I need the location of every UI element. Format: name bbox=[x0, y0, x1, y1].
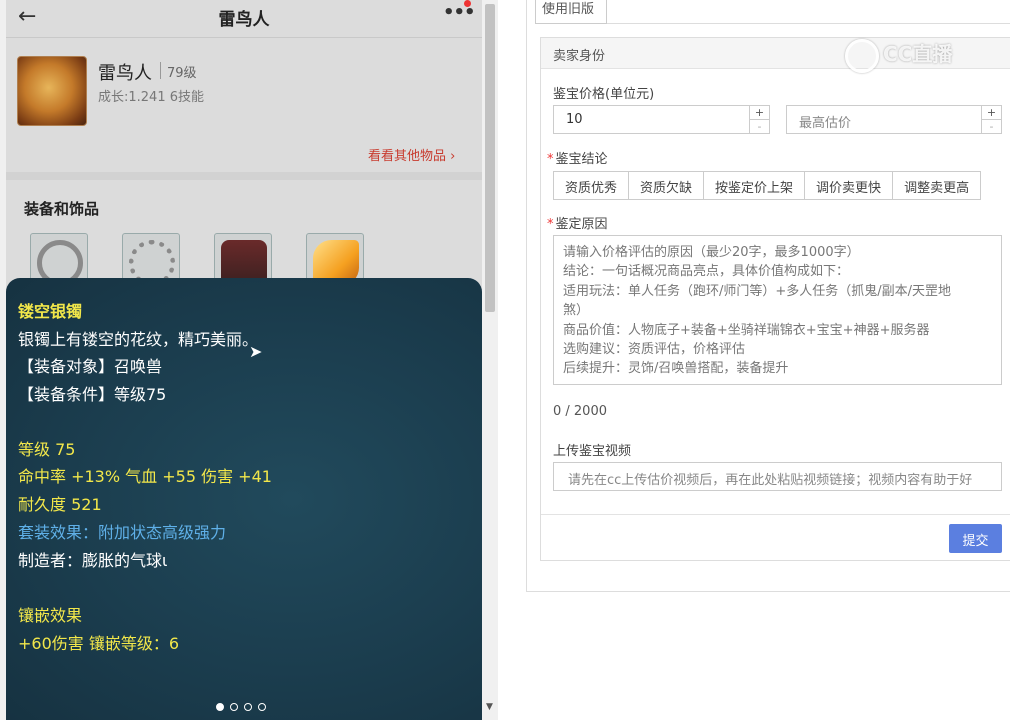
item-set-effect: 套装效果：附加状态高级强力 bbox=[18, 523, 227, 542]
video-label: 上传鉴宝视频 bbox=[553, 444, 632, 459]
reason-placeholder-line: 商品价值：人物底子+装备+坐骑祥瑞锦衣+宝宝+神器+服务器 bbox=[563, 322, 930, 338]
other-items-link[interactable]: 看看其他物品 › bbox=[368, 145, 455, 164]
tab-underline bbox=[607, 23, 1010, 24]
inlay-title: 镶嵌效果 bbox=[18, 606, 83, 625]
char-counter: 0 / 2000 bbox=[553, 404, 607, 419]
required-mark: * bbox=[547, 152, 554, 167]
submit-button[interactable]: 提交 bbox=[949, 524, 1002, 553]
increment-icon[interactable]: + bbox=[982, 106, 1001, 119]
price-input[interactable]: 10 + - bbox=[553, 105, 770, 134]
price-stepper[interactable]: + - bbox=[749, 106, 769, 133]
mobile-top-bar: ← 雷鸟人 ••• bbox=[6, 0, 482, 38]
item-requirement: 【装备条件】等级75 bbox=[18, 385, 167, 404]
pet-level: 79级 bbox=[167, 66, 197, 81]
conclusion-option[interactable]: 资质优秀 bbox=[554, 172, 630, 199]
reason-placeholder-line: 适用玩法：单人任务（跑环/师门等）+多人任务（抓鬼/副本/天罡地 bbox=[563, 283, 952, 299]
divider bbox=[160, 62, 161, 79]
carousel-dot[interactable] bbox=[230, 703, 238, 711]
carousel-dots bbox=[216, 696, 272, 715]
conclusion-option[interactable]: 调整卖更高 bbox=[893, 172, 981, 199]
decrement-icon[interactable]: - bbox=[982, 119, 1001, 133]
decrement-icon[interactable]: - bbox=[750, 119, 769, 133]
inlay-value: +60伤害 镶嵌等级：6 bbox=[18, 634, 180, 653]
page-title: 雷鸟人 bbox=[218, 10, 270, 30]
equip-section-title: 装备和饰品 bbox=[24, 200, 100, 218]
item-tooltip: 镂空银镯 银镯上有镂空的花纹，精巧美丽。 【装备对象】召唤兽 【装备条件】等级7… bbox=[6, 278, 482, 720]
scroll-down-icon[interactable]: ▼ bbox=[486, 702, 493, 712]
carousel-dot[interactable] bbox=[244, 703, 252, 711]
reason-placeholder-line: 后续提升：灵饰/召唤兽搭配，装备提升 bbox=[563, 361, 789, 377]
item-level: 等级 75 bbox=[18, 440, 76, 459]
item-durability: 耐久度 521 bbox=[18, 495, 102, 514]
pet-card: 雷鸟人 79级 成长:1.241 6技能 看看其他物品 › bbox=[6, 44, 482, 172]
reason-placeholder-line: 结论：一句话概况商品亮点，具体价值构成如下： bbox=[563, 264, 850, 280]
conclusion-option[interactable]: 资质欠缺 bbox=[629, 172, 705, 199]
price-label: 鉴宝价格(单位元) bbox=[553, 87, 655, 102]
pet-avatar[interactable] bbox=[17, 56, 87, 126]
tab-old-version[interactable]: 使用旧版 bbox=[535, 0, 607, 24]
item-description: 银镯上有镂空的花纹，精巧美丽。 bbox=[18, 330, 259, 349]
item-name: 镂空银镯 bbox=[18, 302, 83, 321]
chevron-right-icon: › bbox=[450, 149, 456, 164]
reason-placeholder-line: 请输入价格评估的原因（最少20字，最多1000字） bbox=[563, 245, 860, 260]
reason-placeholder-line: 选购建议：资质评估，价格评估 bbox=[563, 342, 746, 358]
form-box: 卖家身份 鉴宝价格(单位元) 10 + - 最高估价 + - * 鉴宝结论 资质优… bbox=[540, 37, 1010, 561]
carousel-dot[interactable] bbox=[258, 703, 266, 711]
section-divider bbox=[6, 172, 482, 180]
watermark-logo: CC直播 bbox=[845, 38, 952, 73]
cc-logo-icon bbox=[845, 38, 879, 73]
pet-name: 雷鸟人 bbox=[98, 63, 152, 84]
increment-icon[interactable]: + bbox=[750, 106, 769, 119]
mobile-screen: ← 雷鸟人 ••• 雷鸟人 79级 成长:1.241 6技能 看看其他物品 › … bbox=[6, 0, 482, 720]
conclusion-button-group: 资质优秀 资质欠缺 按鉴定价上架 调价卖更快 调整卖更高 bbox=[553, 171, 982, 200]
item-target: 【装备对象】召唤兽 bbox=[18, 357, 163, 376]
appraisal-form-panel: 使用旧版 卖家身份 鉴宝价格(单位元) 10 + - 最高估价 + - * 鉴宝结… bbox=[526, 0, 1010, 592]
item-stats: 命中率 +13% 气血 +55 伤害 +41 bbox=[18, 467, 272, 486]
divider bbox=[541, 514, 1010, 515]
reason-textarea[interactable]: 请输入价格评估的原因（最少20字，最多1000字） 结论：一句话概况商品亮点，具… bbox=[553, 235, 1002, 385]
pet-growth: 成长:1.241 6技能 bbox=[98, 90, 204, 105]
conclusion-option[interactable]: 调价卖更快 bbox=[805, 172, 894, 199]
scrollbar-thumb[interactable] bbox=[485, 4, 495, 312]
notification-dot bbox=[464, 0, 471, 7]
mouse-cursor-icon: ➤ bbox=[249, 342, 263, 361]
reason-label: * 鉴定原因 bbox=[547, 217, 608, 232]
item-maker: 制造者：膨胀的气球ι bbox=[18, 551, 168, 570]
max-estimate-input[interactable]: 最高估价 + - bbox=[786, 105, 1002, 134]
mobile-preview-panel: ← 雷鸟人 ••• 雷鸟人 79级 成长:1.241 6技能 看看其他物品 › … bbox=[0, 0, 498, 720]
reason-placeholder-line: 煞） bbox=[563, 303, 590, 319]
conclusion-option[interactable]: 按鉴定价上架 bbox=[704, 172, 806, 199]
conclusion-label: * 鉴宝结论 bbox=[547, 152, 608, 167]
video-link-input[interactable]: 请先在cc上传估价视频后，再在此处粘贴视频链接；视频内容有助于好 bbox=[553, 462, 1002, 491]
max-estimate-stepper[interactable]: + - bbox=[981, 106, 1001, 133]
carousel-dot[interactable] bbox=[216, 703, 224, 711]
required-mark: * bbox=[547, 217, 554, 232]
scrollbar[interactable]: ▼ bbox=[482, 0, 498, 720]
